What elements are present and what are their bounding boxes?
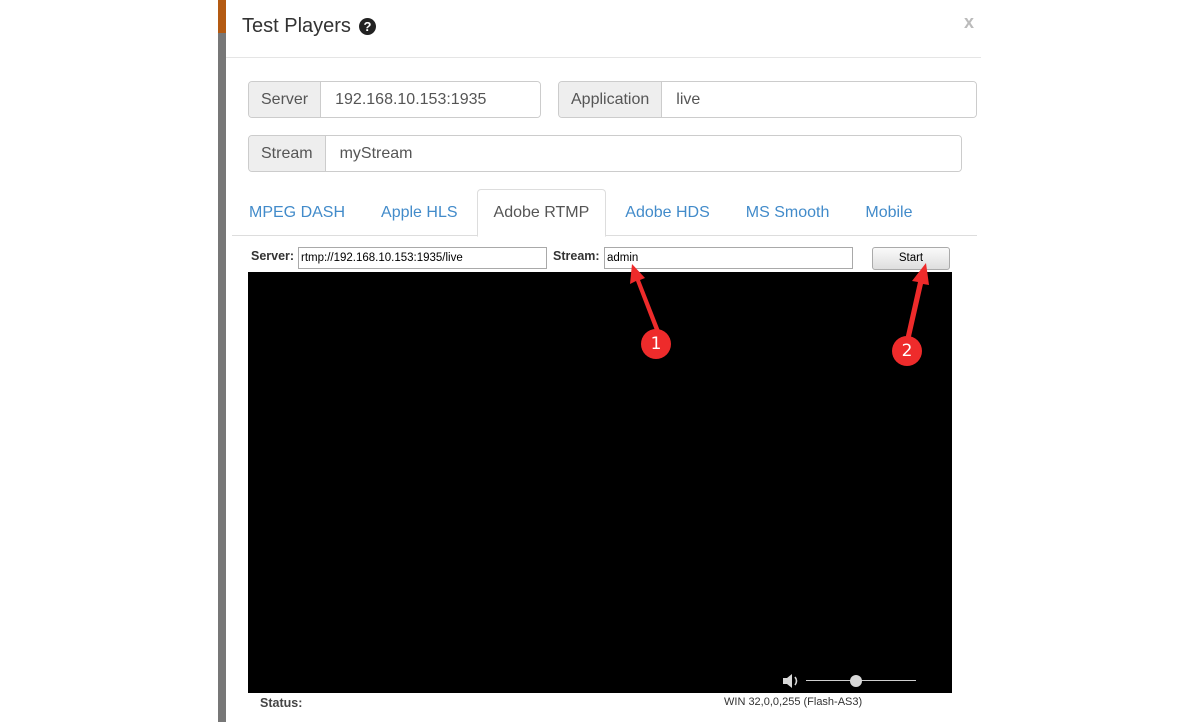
- background-header-bar: [218, 0, 226, 33]
- server-input[interactable]: [321, 82, 540, 117]
- test-players-modal: Test Players ? x Server Application Stre…: [226, 0, 981, 722]
- stream-field-label: Stream: [249, 136, 326, 171]
- video-player[interactable]: [248, 272, 952, 693]
- volume-slider-thumb[interactable]: [849, 675, 862, 687]
- stream-field-group: Stream: [248, 135, 962, 172]
- rtmp-server-label: Server:: [251, 249, 295, 263]
- annotation-badge-2: 2: [892, 336, 922, 366]
- tab-apple-hls[interactable]: Apple HLS: [364, 189, 475, 236]
- player-tabs: MPEG DASH Apple HLS Adobe RTMP Adobe HDS…: [232, 189, 977, 237]
- close-button[interactable]: x: [964, 12, 978, 33]
- volume-control: [782, 672, 922, 690]
- background-page: [218, 0, 226, 722]
- server-field-group: Server: [248, 81, 541, 118]
- server-field-label: Server: [249, 82, 322, 117]
- start-button[interactable]: Start: [872, 247, 950, 270]
- modal-header: Test Players ? x: [226, 0, 981, 58]
- help-icon[interactable]: ?: [358, 18, 376, 35]
- modal-title-text: Test Players: [242, 15, 351, 37]
- application-field-label: Application: [559, 82, 663, 117]
- application-input[interactable]: [662, 82, 976, 117]
- modal-title: Test Players ?: [242, 15, 376, 38]
- tab-mpeg-dash[interactable]: MPEG DASH: [232, 189, 362, 236]
- tab-adobe-hds[interactable]: Adobe HDS: [608, 189, 727, 236]
- speaker-icon[interactable]: [782, 672, 802, 690]
- tab-adobe-rtmp[interactable]: Adobe RTMP: [476, 189, 607, 237]
- stream-input[interactable]: [604, 247, 853, 269]
- rtmp-player-controls: Server: Stream: Start: [248, 246, 952, 272]
- rtmp-server-input[interactable]: [298, 247, 547, 269]
- rtmp-stream-label: Stream:: [553, 249, 600, 263]
- tab-mobile[interactable]: Mobile: [848, 189, 929, 236]
- annotation-badge-1: 1: [641, 329, 671, 359]
- status-label: Status:: [260, 696, 303, 710]
- tab-ms-smooth[interactable]: MS Smooth: [729, 189, 847, 236]
- stream-name-input[interactable]: [325, 136, 961, 171]
- flash-version-text: WIN 32,0,0,255 (Flash-AS3): [724, 696, 863, 708]
- application-field-group: Application: [558, 81, 977, 118]
